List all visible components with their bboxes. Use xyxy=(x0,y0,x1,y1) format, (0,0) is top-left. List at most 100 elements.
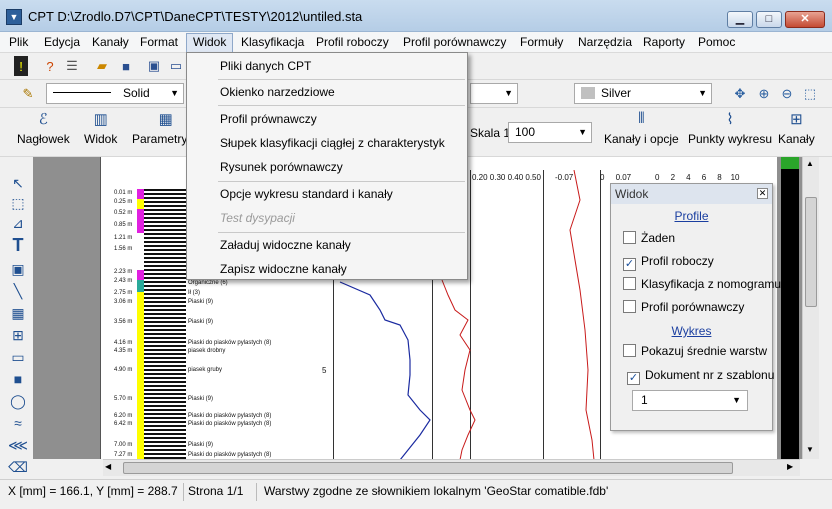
menu-edycja[interactable]: Edycja xyxy=(44,35,80,49)
vertical-scroll-thumb[interactable] xyxy=(805,197,817,307)
section-wykres[interactable]: Wykres xyxy=(611,324,772,338)
checkbox-profil-porownawczy[interactable]: Profil porównawczy xyxy=(623,300,744,314)
channel-bar xyxy=(781,157,799,459)
line-tool-icon[interactable]: ╲ xyxy=(8,281,28,301)
eraser-icon[interactable]: ⌫ xyxy=(8,457,28,477)
section-profile[interactable]: Profile xyxy=(611,209,772,223)
status-divider xyxy=(183,483,184,501)
depth-label: 2.23 m xyxy=(114,269,133,275)
checkbox-box[interactable] xyxy=(623,231,636,244)
depth-marker: 5 xyxy=(322,366,327,375)
depth-label: 2.75 m xyxy=(114,290,133,296)
ellipse-icon[interactable]: ◯ xyxy=(8,391,28,411)
menu-format[interactable]: Format xyxy=(140,35,178,49)
scroll-right-icon[interactable]: ▶ xyxy=(787,462,793,471)
menu-item-zaladuj[interactable]: Załaduj widoczne kanały xyxy=(220,238,351,252)
depth-label: 4.90 m xyxy=(114,367,133,373)
wave-icon[interactable]: ≈ xyxy=(8,413,28,433)
chevron-down-icon: ▼ xyxy=(698,88,707,98)
depth-label: 4.35 m xyxy=(114,348,133,354)
hidden-combo[interactable]: ▼ xyxy=(470,83,518,104)
rectangle-icon[interactable]: ▭ xyxy=(8,347,28,367)
filled-rect-icon[interactable]: ■ xyxy=(8,369,28,389)
preview-icon[interactable]: ▣ xyxy=(144,56,164,76)
checkbox-dokument-nr[interactable]: ✓ Dokument nr z szablonu xyxy=(627,368,774,385)
drawing-toolbox: ↖ ⬚ ⊿ T ▣ ╲ ▦ ⊞ ▭ ■ ◯ ≈ ⋘ ⌫ xyxy=(4,157,32,479)
help-icon[interactable]: ? xyxy=(40,56,60,76)
zigzag-icon[interactable]: ⋘ xyxy=(8,435,28,455)
menu-profil-roboczy[interactable]: Profil roboczy xyxy=(316,35,389,49)
menu-raporty[interactable]: Raporty xyxy=(643,35,685,49)
checkmark-icon[interactable]: ✓ xyxy=(623,258,636,271)
scroll-down-icon[interactable]: ▼ xyxy=(806,445,814,454)
menu-klasyfikacja[interactable]: Klasyfikacja xyxy=(241,35,304,49)
horizontal-scrollbar[interactable]: ◀ ▶ xyxy=(103,459,800,476)
soil-label: Piaski do piasków pylastych (8) xyxy=(188,421,272,427)
menu-widok[interactable]: Widok xyxy=(186,33,234,53)
menu-profil-porownawczy[interactable]: Profil porównawczy xyxy=(403,35,506,49)
scroll-left-icon[interactable]: ◀ xyxy=(105,462,111,471)
menu-pomoc[interactable]: Pomoc xyxy=(698,35,735,49)
punkty-wykresu-button[interactable]: ⌇ Punkty wykresu xyxy=(688,110,772,146)
menu-item-rysunek[interactable]: Rysunek porównawczy xyxy=(220,160,343,174)
zoom-out-icon[interactable]: ⊖ xyxy=(777,84,797,104)
widok-button[interactable]: ▥ Widok xyxy=(84,110,117,146)
text-tool-icon[interactable]: T xyxy=(8,235,28,255)
pointer-icon[interactable]: ↖ xyxy=(8,173,28,193)
color-combo[interactable]: Silver ▼ xyxy=(574,83,712,104)
depth-label: 7.27 m xyxy=(114,452,133,458)
minimize-button[interactable]: ▁ xyxy=(727,11,753,28)
dotted-grid-icon[interactable]: ⊞ xyxy=(8,325,28,345)
menu-item-opcje-wykresu[interactable]: Opcje wykresu standard i kanały xyxy=(220,187,393,201)
menu-item-pliki-danych[interactable]: Pliki danych CPT xyxy=(220,59,311,73)
checkbox-profil-roboczy[interactable]: ✓ Profil roboczy xyxy=(623,254,714,271)
menu-formuly[interactable]: Formuły xyxy=(520,35,563,49)
naglowek-button[interactable]: ℰ Nagłowek xyxy=(17,110,70,146)
checkbox-box[interactable] xyxy=(623,277,636,290)
menu-item-test-dysypacji: Test dysypacji xyxy=(220,211,295,225)
scroll-up-icon[interactable]: ▲ xyxy=(806,159,814,168)
checkbox-box[interactable] xyxy=(623,344,636,357)
checkbox-klasyfikacja[interactable]: Klasyfikacja z nomogramu xyxy=(623,277,781,291)
list-icon[interactable]: ☰ xyxy=(62,56,82,76)
checkmark-icon[interactable]: ✓ xyxy=(627,372,640,385)
widok-label: Widok xyxy=(84,132,118,146)
scale-combo[interactable]: 100 ▼ xyxy=(508,122,592,143)
checkbox-srednie-warstw[interactable]: Pokazuj średnie warstw xyxy=(623,344,767,358)
frame-icon[interactable]: ▣ xyxy=(8,259,28,279)
kanaly-button[interactable]: ⊞ Kanały xyxy=(778,110,815,146)
select-rect-icon[interactable]: ⬚ xyxy=(8,193,28,213)
open-icon[interactable]: ▰ xyxy=(92,56,112,76)
pen-icon[interactable]: ✎ xyxy=(18,84,38,104)
maximize-button[interactable]: □ xyxy=(756,11,782,28)
exit-icon[interactable]: ! xyxy=(14,56,28,76)
move-icon[interactable]: ✥ xyxy=(730,84,750,104)
depth-label: 0.85 m xyxy=(114,222,133,228)
checkbox-box[interactable] xyxy=(623,300,636,313)
view-icon: ▥ xyxy=(93,111,108,128)
resize-icon[interactable]: ⊿ xyxy=(8,213,28,233)
checkbox-zaden[interactable]: Żaden xyxy=(623,231,675,245)
layer-color xyxy=(137,199,144,209)
close-button[interactable]: ✕ xyxy=(785,11,825,28)
vertical-scrollbar[interactable]: ▲ ▼ xyxy=(802,157,819,459)
kanaly-opcje-button[interactable]: ⫴ Kanały i opcje xyxy=(604,110,679,146)
panel-close-icon[interactable]: ✕ xyxy=(757,188,768,199)
zoom-in-icon[interactable]: ⊕ xyxy=(754,84,774,104)
print-icon[interactable]: ▭ xyxy=(166,56,186,76)
line-style-combo[interactable]: Solid ▼ xyxy=(46,83,184,104)
menu-item-zapisz[interactable]: Zapisz widoczne kanały xyxy=(220,262,347,276)
menu-plik[interactable]: Plik xyxy=(9,35,28,49)
menu-item-slupek[interactable]: Słupek klasyfikacji ciągłej z charaktery… xyxy=(220,136,445,150)
save-icon[interactable]: ■ xyxy=(116,56,136,76)
fit-icon[interactable]: ⬚ xyxy=(800,84,820,104)
grid-tool-icon[interactable]: ▦ xyxy=(8,303,28,323)
menu-narzedzia[interactable]: Narzędzia xyxy=(578,35,632,49)
layer-color xyxy=(137,189,144,199)
document-number-combo[interactable]: 1 ▼ xyxy=(632,390,748,411)
depth-label: 7.00 m xyxy=(114,442,133,448)
menu-kanaly[interactable]: Kanały xyxy=(92,35,129,49)
menu-item-profil-prownawczy[interactable]: Profil prównawczy xyxy=(220,112,317,126)
menu-item-okienko[interactable]: Okienko narzedziowe xyxy=(220,85,335,99)
horizontal-scroll-thumb[interactable] xyxy=(123,462,733,474)
